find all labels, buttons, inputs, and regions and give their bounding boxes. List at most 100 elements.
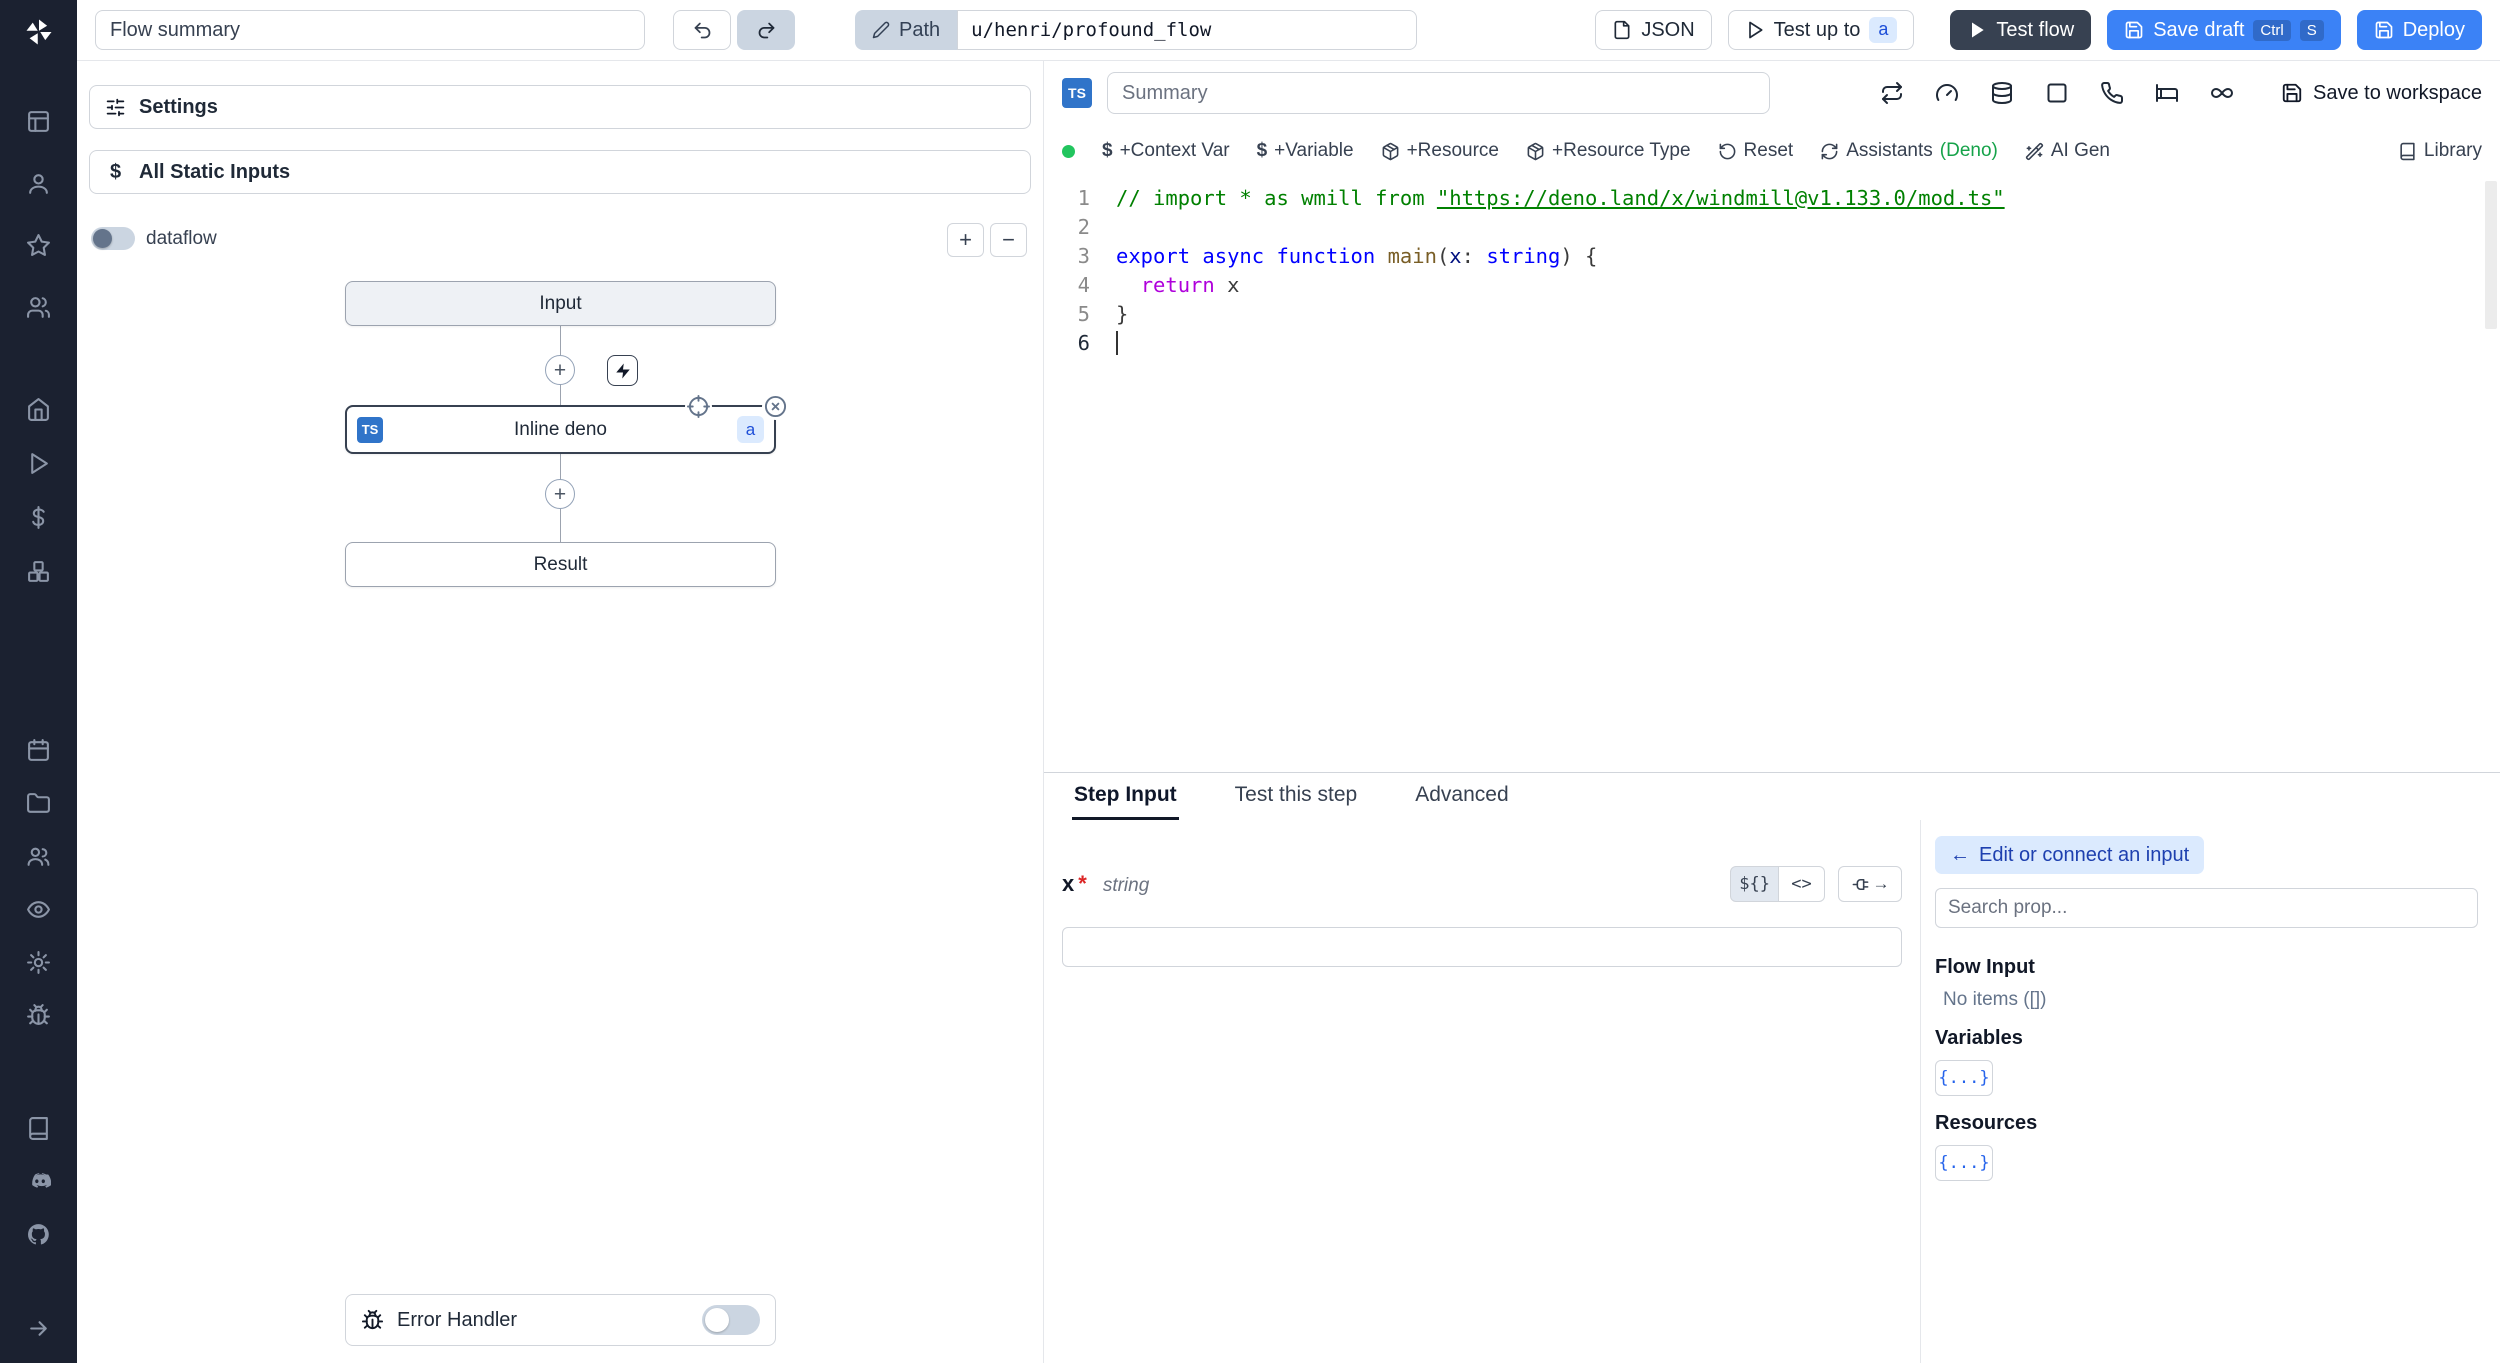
x-value-input[interactable] [1062, 927, 1902, 967]
discord-icon[interactable] [24, 1168, 54, 1194]
resources-braces-button[interactable]: {...} [1935, 1145, 1993, 1181]
move-node-button[interactable] [685, 393, 712, 420]
plug-icon [1852, 878, 1868, 890]
stop-square-icon[interactable] [2043, 79, 2071, 107]
windmill-logo-icon[interactable] [23, 16, 55, 48]
assistants-button[interactable]: Assistants (Deno) [1820, 140, 1998, 162]
play-icon [1748, 21, 1763, 39]
dataflow-row: dataflow [91, 227, 217, 250]
github-icon[interactable] [24, 1221, 54, 1247]
flow-summary-input[interactable] [95, 10, 645, 50]
add-step-button[interactable]: + [545, 479, 575, 509]
json-button[interactable]: JSON [1595, 10, 1712, 50]
content: Settings $ All Static Inputs dataflow + … [77, 61, 2500, 1363]
error-handler-row[interactable]: Error Handler [345, 1294, 776, 1346]
collapse-sidebar-arrow-icon[interactable] [24, 1315, 54, 1341]
early-stop-gauge-icon[interactable] [1933, 79, 1961, 107]
play-icon[interactable] [24, 450, 54, 476]
test-up-to-badge: a [1869, 17, 1898, 43]
zoom-out-button[interactable]: − [990, 223, 1027, 257]
code-editor[interactable]: 1// import * as wmill from "https://deno… [1044, 177, 2500, 772]
star-icon[interactable] [24, 232, 54, 258]
variables-braces-button[interactable]: {...} [1935, 1060, 1993, 1096]
add-resource-type-button[interactable]: +Resource Type [1526, 140, 1691, 162]
path-group: Path [855, 10, 1418, 50]
concurrency-infinity-icon[interactable] [2208, 79, 2236, 107]
add-variable-button[interactable]: $ +Variable [1257, 140, 1354, 162]
assistants-language: (Deno) [1939, 140, 1998, 161]
user-icon[interactable] [24, 170, 54, 196]
sleep-bed-icon[interactable] [2153, 79, 2181, 107]
delete-node-button[interactable] [762, 393, 789, 420]
tab-step-input[interactable]: Step Input [1072, 775, 1179, 820]
step-summary-input[interactable] [1107, 72, 1770, 114]
connect-input-button[interactable]: → [1838, 866, 1902, 902]
dataflow-toggle[interactable] [91, 227, 135, 250]
zoom-in-button[interactable]: + [947, 223, 984, 257]
step-editor-panel: TS Save to workspace [1044, 61, 2500, 1363]
undo-icon [694, 22, 710, 38]
dollar-icon[interactable] [24, 504, 54, 530]
template-mode-button[interactable]: ${} [1730, 866, 1779, 902]
test-up-to-button[interactable]: Test up to a [1727, 10, 1915, 50]
suspend-phone-icon[interactable] [2098, 79, 2126, 107]
folder-icon[interactable] [24, 790, 54, 816]
arrow-left-icon: ← [1950, 843, 1970, 866]
tab-advanced[interactable]: Advanced [1413, 775, 1510, 820]
undo-button[interactable] [673, 10, 731, 50]
book-icon [2400, 142, 2415, 160]
play-icon [1972, 22, 1985, 38]
library-button[interactable]: Library [2398, 140, 2482, 162]
edit-path-button[interactable]: Path [855, 10, 958, 50]
gear-icon[interactable] [24, 949, 54, 975]
inline-deno-node[interactable]: TS Inline deno a [345, 405, 776, 454]
group-icon[interactable] [24, 843, 54, 869]
flow-settings-button[interactable]: Settings [89, 85, 1031, 129]
book-icon[interactable] [24, 1115, 54, 1141]
result-node[interactable]: Result [345, 542, 776, 587]
input-mode-segment: ${} <> [1730, 866, 1825, 902]
all-static-inputs-button[interactable]: $ All Static Inputs [89, 150, 1031, 194]
deploy-button[interactable]: Deploy [2356, 10, 2482, 50]
step-id-badge: a [737, 416, 764, 443]
arrow-right-icon: → [1872, 874, 1890, 893]
calendar-icon[interactable] [24, 737, 54, 763]
editor-scrollbar[interactable] [2485, 181, 2497, 329]
argument-type: string [1102, 875, 1150, 896]
reset-code-button[interactable]: Reset [1718, 140, 1793, 162]
users-icon[interactable] [24, 294, 54, 320]
add-step-button[interactable]: + [545, 355, 575, 385]
apps-grid-icon[interactable] [24, 108, 54, 134]
add-context-var-button[interactable]: $ +Context Var [1102, 140, 1230, 162]
add-resource-button[interactable]: +Resource [1381, 140, 1499, 162]
typescript-badge: TS [357, 416, 383, 443]
cache-database-icon[interactable] [1988, 79, 2016, 107]
step-settings-icons [1878, 79, 2236, 107]
kbd-s: S [2299, 19, 2324, 41]
edit-or-connect-button[interactable]: ← Edit or connect an input [1935, 836, 2205, 874]
path-input[interactable] [957, 10, 1418, 50]
eye-icon[interactable] [24, 896, 54, 922]
topbar-actions: JSON Test up to a Test flow Save draft C… [1595, 10, 2482, 50]
redo-button[interactable] [737, 10, 795, 50]
close-circle-icon [764, 395, 787, 418]
flow-input-section-title: Flow Input [1935, 956, 2035, 978]
search-prop-input[interactable] [1935, 888, 2478, 928]
input-node[interactable]: Input [345, 281, 776, 326]
save-to-workspace-button[interactable]: Save to workspace [2281, 82, 2482, 105]
retries-icon[interactable] [1878, 79, 1906, 107]
save-draft-button[interactable]: Save draft Ctrl S [2107, 10, 2341, 50]
crosshair-icon [687, 395, 710, 418]
test-flow-button[interactable]: Test flow [1950, 10, 2092, 50]
bug-icon [361, 1309, 384, 1329]
ai-gen-button[interactable]: AI Gen [2025, 140, 2110, 162]
editor-toolbar: $ +Context Var $ +Variable +Resource +Re… [1044, 125, 2500, 177]
boxes-icon[interactable] [24, 558, 54, 584]
home-icon[interactable] [24, 396, 54, 422]
add-trigger-button[interactable] [607, 355, 638, 386]
code-mode-button[interactable]: <> [1779, 866, 1825, 902]
error-handler-toggle[interactable] [702, 1305, 760, 1335]
tab-test-this-step[interactable]: Test this step [1233, 775, 1360, 820]
bug-icon[interactable] [24, 1002, 54, 1028]
step-input-split: x * string ${} <> → ← Edit or connect an… [1044, 820, 2500, 1363]
